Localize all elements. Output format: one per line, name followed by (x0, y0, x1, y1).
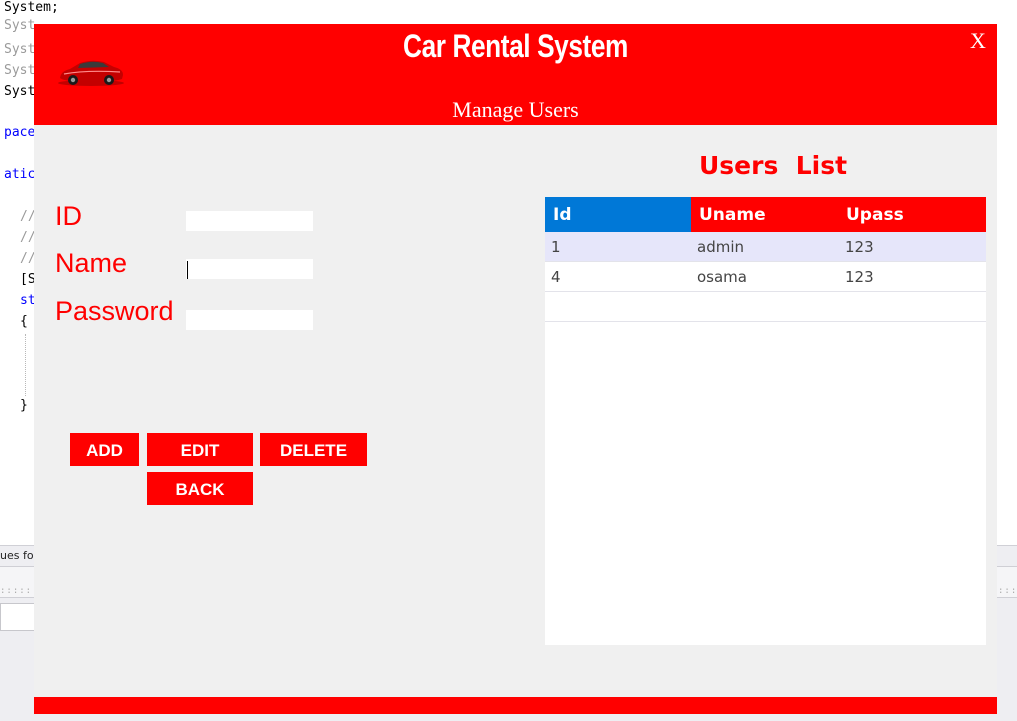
id-input[interactable] (186, 211, 313, 231)
code-line: Syst (4, 42, 36, 57)
code-line: pace (4, 125, 36, 140)
column-header-uname[interactable]: Uname (691, 197, 838, 232)
table-row[interactable]: 4 osama 123 (545, 262, 986, 292)
id-label: ID (55, 201, 82, 231)
grid-header-row: Id Uname Upass (545, 197, 986, 232)
footer-bar (34, 697, 997, 714)
name-input[interactable] (186, 259, 313, 279)
output-panel-label: ues fo (0, 549, 34, 562)
cell-upass[interactable]: 123 (839, 232, 874, 262)
back-button[interactable]: BACK (147, 472, 253, 505)
users-list-title: Users List (699, 151, 848, 180)
cell-uname[interactable]: admin (691, 232, 744, 262)
edit-button[interactable]: EDIT (147, 433, 253, 466)
password-label: Password (55, 296, 174, 326)
name-label: Name (55, 248, 128, 278)
delete-button[interactable]: DELETE (260, 433, 367, 466)
cell-id[interactable]: 4 (545, 262, 561, 292)
header-bar: Car Rental System Manage Users X (34, 24, 997, 125)
users-grid[interactable]: Id Uname Upass 1 admin 123 4 osama 123 (545, 197, 986, 645)
code-line: System; (4, 0, 59, 15)
panel-grip[interactable]: :::::: (998, 586, 1017, 596)
manage-users-window: Car Rental System Manage Users X ID Name… (34, 24, 997, 714)
code-line: Syst (4, 63, 36, 78)
code-line: } (20, 398, 28, 413)
code-line: { (20, 314, 28, 329)
cell-id[interactable]: 1 (545, 232, 561, 262)
car-logo-icon (58, 60, 124, 86)
page-subtitle: Manage Users (452, 97, 579, 122)
app-title: Car Rental System (403, 28, 628, 64)
indent-guide (25, 334, 26, 396)
column-header-id[interactable]: Id (545, 197, 691, 232)
table-row[interactable]: 1 admin 123 (545, 232, 986, 262)
add-button[interactable]: ADD (70, 433, 139, 466)
cell-upass[interactable]: 123 (839, 262, 874, 292)
text-caret (187, 261, 188, 279)
code-line: Syst (4, 18, 36, 33)
code-line: Syst (4, 84, 36, 99)
close-button[interactable]: X (967, 28, 989, 54)
cell-uname[interactable]: osama (691, 262, 747, 292)
new-row-placeholder[interactable] (545, 292, 986, 322)
column-header-upass[interactable]: Upass (838, 197, 986, 232)
code-line: atic (4, 167, 36, 182)
password-input[interactable] (186, 310, 313, 330)
